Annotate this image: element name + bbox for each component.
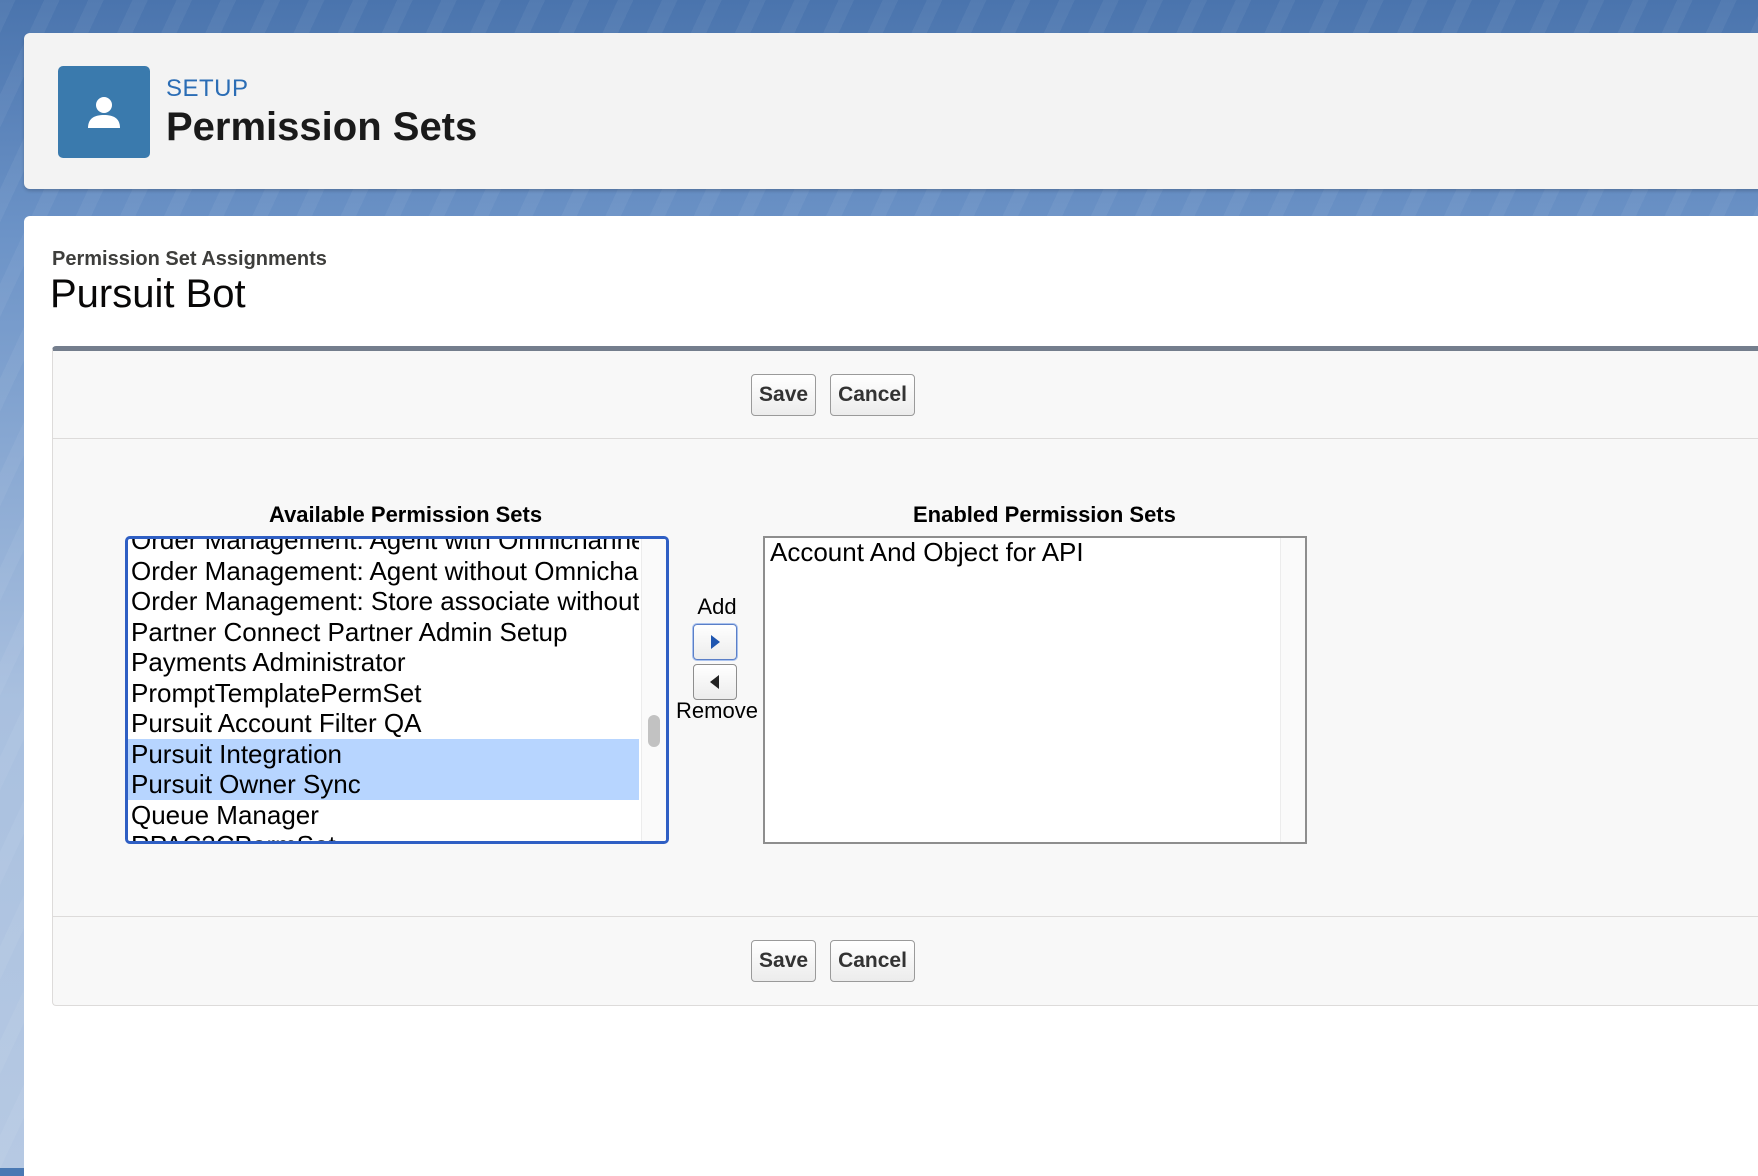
available-option[interactable]: Pursuit Account Filter QA	[128, 708, 639, 739]
page-header: SETUP Permission Sets	[24, 33, 1758, 189]
save-button-bottom[interactable]: Save	[751, 939, 817, 982]
available-option[interactable]: PromptTemplatePermSet	[128, 678, 639, 709]
assignment-block: Save Cancel Available Permission Sets En…	[52, 346, 1758, 1006]
enabled-scrollbar[interactable]	[1280, 538, 1305, 842]
enabled-options: Account And Object for API	[765, 538, 1278, 568]
add-button[interactable]	[693, 624, 737, 660]
available-option[interactable]: Pursuit Integration	[128, 738, 639, 769]
arrow-right-icon	[711, 635, 720, 649]
available-options: Order Management: Agent with Omnichannel…	[128, 539, 639, 841]
available-option[interactable]: Order Management: Agent without Omnichan…	[128, 556, 639, 587]
enabled-option[interactable]: Account And Object for API	[767, 538, 1278, 568]
remove-label: Remove	[676, 698, 758, 723]
page-title: Permission Sets	[166, 105, 478, 149]
cancel-button-bottom[interactable]: Cancel	[830, 939, 915, 982]
section-eyebrow: Permission Set Assignments	[52, 248, 327, 270]
setup-eyebrow: SETUP	[166, 75, 249, 102]
enabled-permission-sets-list[interactable]: Account And Object for API	[763, 536, 1307, 844]
available-scrollbar[interactable]	[641, 539, 666, 841]
arrow-left-icon	[710, 675, 719, 689]
available-heading: Available Permission Sets	[269, 502, 543, 527]
scroll-thumb[interactable]	[648, 715, 660, 747]
top-button-row: Save Cancel	[53, 351, 1758, 439]
remove-button[interactable]	[693, 664, 737, 700]
dueling-picklist: Available Permission Sets Enabled Permis…	[53, 440, 1758, 915]
available-option[interactable]: Queue Manager	[128, 800, 639, 831]
record-title: Pursuit Bot	[50, 272, 246, 316]
save-button-top[interactable]: Save	[751, 373, 817, 416]
available-option[interactable]: RPAC2CPermSet	[128, 830, 639, 841]
main-content: Permission Set Assignments Pursuit Bot S…	[24, 216, 1758, 1176]
add-label: Add	[697, 594, 737, 619]
bottom-button-row: Save Cancel	[53, 916, 1758, 1004]
available-option[interactable]: Pursuit Owner Sync	[128, 769, 639, 800]
user-icon	[58, 66, 150, 158]
available-option[interactable]: Order Management: Store associate withou…	[128, 586, 639, 617]
enabled-heading: Enabled Permission Sets	[913, 502, 1176, 527]
available-option[interactable]: Partner Connect Partner Admin Setup	[128, 617, 639, 648]
cancel-button-top[interactable]: Cancel	[830, 373, 915, 416]
available-option[interactable]: Order Management: Agent with Omnichannel	[128, 539, 639, 556]
available-option[interactable]: Payments Administrator	[128, 647, 639, 678]
available-permission-sets-list[interactable]: Order Management: Agent with Omnichannel…	[125, 536, 669, 844]
